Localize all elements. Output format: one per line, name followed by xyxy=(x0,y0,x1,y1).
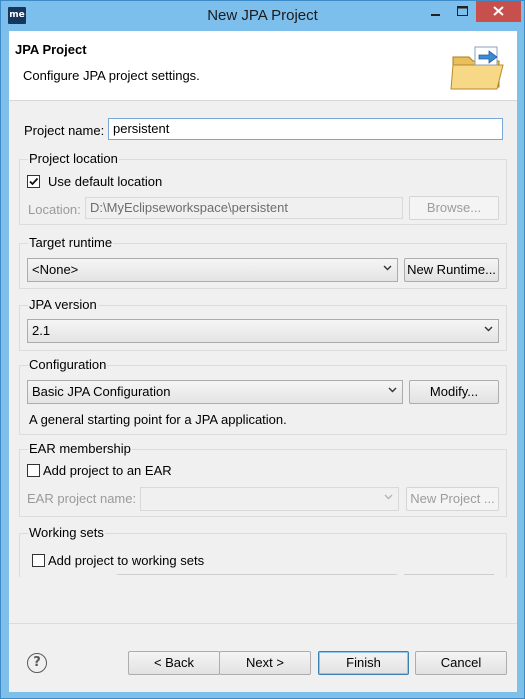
jpa-version-value: 2.1 xyxy=(32,323,51,338)
jpa-version-select[interactable]: 2.1 xyxy=(27,319,499,343)
location-input[interactable]: D:\MyEclipseworkspace\persistent xyxy=(85,197,403,219)
target-runtime-value: <None> xyxy=(32,262,79,277)
add-to-ear-checkbox[interactable] xyxy=(27,464,40,477)
configuration-title: Configuration xyxy=(28,357,108,372)
help-icon[interactable]: ? xyxy=(27,653,47,673)
project-location-title: Project location xyxy=(28,151,119,166)
add-to-working-sets-checkbox[interactable] xyxy=(32,554,45,567)
modify-button[interactable]: Modify... xyxy=(409,380,499,404)
close-icon[interactable] xyxy=(476,1,521,22)
add-to-working-sets-label: Add project to working sets xyxy=(48,553,205,568)
target-runtime-select[interactable]: <None> xyxy=(27,258,398,282)
folder-wizard-icon xyxy=(449,43,509,93)
configuration-description: A general starting point for a JPA appli… xyxy=(29,412,287,427)
location-label: Location: xyxy=(28,202,81,217)
chevron-down-icon xyxy=(484,326,493,332)
next-button[interactable]: Next > xyxy=(219,651,311,675)
new-ear-project-button[interactable]: New Project ... xyxy=(406,487,499,511)
chevron-down-icon xyxy=(384,494,393,500)
ear-membership-title: EAR membership xyxy=(28,441,132,456)
chevron-down-icon xyxy=(388,387,397,393)
working-sets-title: Working sets xyxy=(28,525,105,540)
cancel-button[interactable]: Cancel xyxy=(415,651,507,675)
finish-button[interactable]: Finish xyxy=(318,651,409,675)
working-sets-field-edge xyxy=(117,574,397,576)
add-to-ear-label: Add project to an EAR xyxy=(43,463,172,478)
browse-button[interactable]: Browse... xyxy=(409,196,499,220)
configuration-value: Basic JPA Configuration xyxy=(32,384,171,399)
use-default-location-label: Use default location xyxy=(48,174,163,189)
footer-divider xyxy=(9,623,517,624)
new-runtime-button[interactable]: New Runtime... xyxy=(404,258,499,282)
use-default-location-checkbox[interactable] xyxy=(27,175,40,188)
project-name-label: Project name: xyxy=(24,123,105,138)
title-bar[interactable]: me New JPA Project xyxy=(1,1,524,31)
chevron-down-icon xyxy=(383,265,392,271)
back-button[interactable]: < Back xyxy=(128,651,220,675)
minimize-icon[interactable] xyxy=(422,1,449,22)
ear-project-select[interactable] xyxy=(140,487,399,511)
dialog-window: me New JPA Project JPA Project Configure… xyxy=(0,0,525,699)
jpa-version-title: JPA version xyxy=(28,297,98,312)
target-runtime-title: Target runtime xyxy=(28,235,114,250)
banner-description: Configure JPA project settings. xyxy=(23,68,200,83)
ear-project-name-label: EAR project name: xyxy=(27,491,137,506)
wizard-banner: JPA Project Configure JPA project settin… xyxy=(9,31,517,101)
configuration-select[interactable]: Basic JPA Configuration xyxy=(27,380,403,404)
working-sets-button-edge xyxy=(404,574,494,576)
dialog-body: JPA Project Configure JPA project settin… xyxy=(9,31,517,692)
banner-title: JPA Project xyxy=(15,42,87,57)
project-name-input[interactable]: persistent xyxy=(108,118,503,140)
maximize-icon[interactable] xyxy=(449,1,476,22)
